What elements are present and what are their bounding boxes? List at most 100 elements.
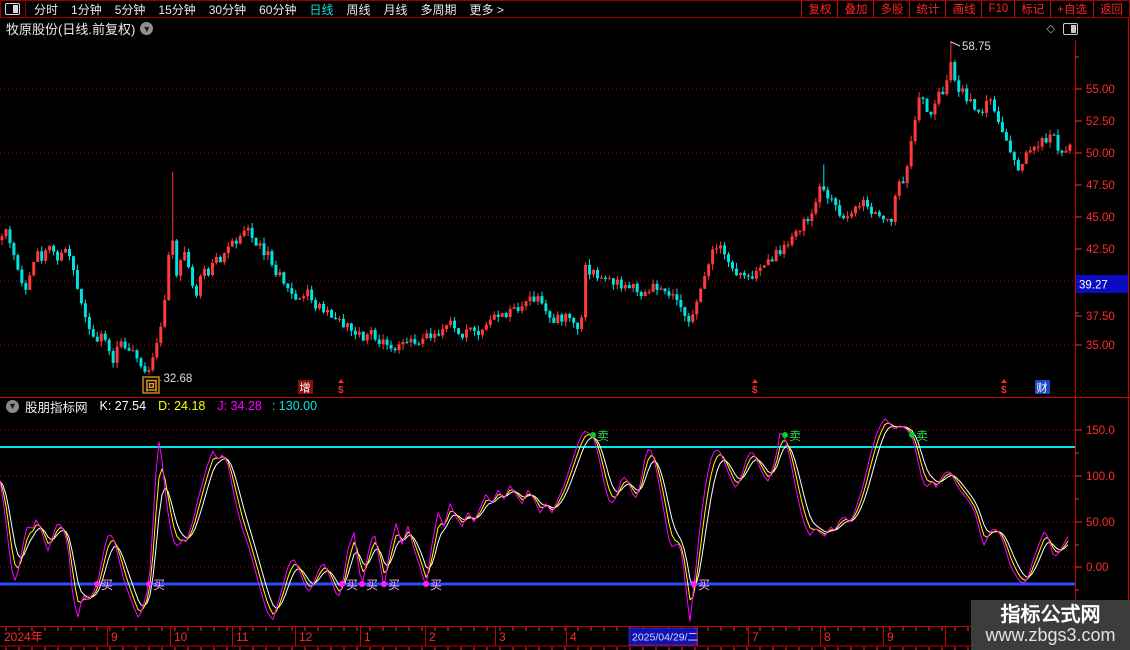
action-button-4[interactable]: 统计 bbox=[909, 1, 945, 17]
candle-body bbox=[394, 349, 397, 351]
candle-body bbox=[318, 304, 321, 309]
action-button-6[interactable]: F10 bbox=[981, 1, 1014, 17]
candle-body bbox=[199, 276, 202, 296]
candle-body bbox=[882, 216, 885, 220]
candle-body bbox=[132, 350, 135, 351]
candle-body bbox=[663, 289, 666, 292]
action-button-2[interactable]: 叠加 bbox=[837, 1, 873, 17]
current-price-value: 39.27 bbox=[1079, 280, 1108, 292]
candle-body bbox=[124, 341, 127, 348]
candle-body bbox=[806, 219, 809, 221]
candle-body bbox=[413, 339, 416, 344]
window-layout-icon[interactable] bbox=[5, 3, 20, 15]
candle-body bbox=[465, 329, 468, 337]
sell-signal-dot bbox=[590, 432, 596, 438]
date-axis-label: 10 bbox=[174, 630, 188, 644]
candle-body bbox=[584, 265, 587, 318]
period-tab-3[interactable]: 5分钟 bbox=[115, 1, 146, 18]
candle-body bbox=[338, 319, 341, 320]
period-tab-8[interactable]: 周线 bbox=[346, 1, 370, 18]
candle-body bbox=[270, 251, 273, 265]
buy-signal-label: 买 bbox=[388, 578, 400, 592]
action-button-8[interactable]: +自选 bbox=[1050, 1, 1093, 17]
buy-signal-label: 买 bbox=[366, 578, 378, 592]
candle-body bbox=[1021, 164, 1024, 171]
trading-app-window: { "toolbar": { "left_items": [ {"label":… bbox=[0, 0, 1130, 650]
collapse-chevron-icon[interactable]: ▼ bbox=[6, 400, 19, 413]
candle-body bbox=[878, 212, 881, 216]
price-axis-label: 45.00 bbox=[1086, 212, 1115, 224]
candle-body bbox=[798, 231, 801, 232]
candle-body bbox=[16, 255, 19, 269]
period-tab-4[interactable]: 15分钟 bbox=[158, 1, 195, 18]
action-button-1[interactable]: 复权 bbox=[801, 1, 837, 17]
candle-body bbox=[298, 298, 301, 299]
sell-signal-dot bbox=[782, 432, 788, 438]
chevron-down-icon[interactable]: ▼ bbox=[140, 22, 153, 35]
dollar-marker-arrow bbox=[752, 379, 758, 383]
candle-body bbox=[330, 310, 333, 318]
period-tab-5[interactable]: 30分钟 bbox=[209, 1, 246, 18]
candle-body bbox=[143, 366, 146, 372]
action-button-7[interactable]: 标记 bbox=[1014, 1, 1050, 17]
action-button-9[interactable]: 返回 bbox=[1093, 1, 1129, 17]
date-axis-label: 1 bbox=[364, 630, 371, 644]
candle-body bbox=[949, 62, 952, 80]
period-tab-2[interactable]: 1分钟 bbox=[71, 1, 102, 18]
sell-signal-label: 卖 bbox=[597, 429, 609, 443]
panel-toggle-icon[interactable] bbox=[1063, 23, 1078, 35]
candle-body bbox=[707, 264, 710, 276]
candle-body bbox=[620, 280, 623, 289]
candle-body bbox=[600, 278, 603, 279]
candle-body bbox=[485, 325, 488, 330]
candle-body bbox=[409, 339, 412, 342]
indicator-header: ▼ 股朋指标网 K: 27.54 D: 24.18 J: 34.28 : 130… bbox=[0, 399, 317, 413]
period-tab-11[interactable]: 更多 > bbox=[470, 1, 504, 18]
site-watermark: 指标公式网 www.zbgs3.com bbox=[971, 600, 1130, 650]
period-tab-6[interactable]: 60分钟 bbox=[259, 1, 296, 18]
action-button-3[interactable]: 多股 bbox=[873, 1, 909, 17]
candle-body bbox=[334, 318, 337, 319]
period-tab-1[interactable]: 分时 bbox=[34, 1, 58, 18]
candle-body bbox=[108, 340, 111, 351]
candle-body bbox=[449, 321, 452, 326]
candle-body bbox=[135, 350, 138, 358]
candle-body bbox=[640, 292, 643, 296]
candle-body bbox=[525, 301, 528, 306]
candle-body bbox=[139, 358, 142, 366]
candlesticks[interactable] bbox=[1, 41, 1072, 375]
dollar-marker[interactable]: $ bbox=[752, 385, 758, 396]
candle-body bbox=[628, 285, 631, 288]
candle-body bbox=[56, 252, 59, 261]
candle-body bbox=[84, 303, 87, 317]
action-button-5[interactable]: 画线 bbox=[945, 1, 981, 17]
candle-body bbox=[529, 297, 532, 302]
candle-body bbox=[489, 320, 492, 325]
candle-body bbox=[425, 333, 428, 338]
period-tab-10[interactable]: 多周期 bbox=[421, 1, 457, 18]
kdj-indicator-pane[interactable]: 买买买买买买买卖卖卖 bbox=[0, 419, 1075, 622]
candle-body bbox=[112, 351, 115, 363]
candle-body bbox=[552, 318, 555, 323]
dollar-marker[interactable]: $ bbox=[1001, 385, 1007, 396]
candle-body bbox=[572, 318, 575, 323]
dollar-marker[interactable]: $ bbox=[338, 385, 344, 396]
period-tab-7[interactable]: 日线 bbox=[309, 1, 333, 18]
candle-body bbox=[195, 286, 198, 296]
period-tab-9[interactable]: 月线 bbox=[384, 1, 408, 18]
candle-body bbox=[588, 265, 591, 275]
candle-body bbox=[961, 88, 964, 91]
candle-body bbox=[80, 289, 83, 303]
candle-body bbox=[906, 166, 909, 183]
diamond-icon[interactable]: ◇ bbox=[1047, 22, 1055, 35]
candle-body bbox=[544, 303, 547, 311]
chart-canvas[interactable]: 58.75←32.68回增$$$财买买买买买买买卖卖卖55.0052.5050.… bbox=[0, 0, 1130, 650]
candle-body bbox=[703, 276, 706, 289]
price-axis-label: 55.00 bbox=[1086, 84, 1115, 96]
period-toolbar: 分时 1分钟 5分钟 15分钟 30分钟 60分钟日线周线月线多周期更多 > 复权叠加多股… bbox=[0, 0, 1130, 18]
buy-signal-label: 买 bbox=[153, 578, 165, 592]
candle-body bbox=[147, 370, 150, 372]
candle-body bbox=[616, 280, 619, 285]
candle-body bbox=[933, 104, 936, 115]
date-axis[interactable]: 2024年910111212347892025/04/29/二 bbox=[4, 627, 1072, 650]
